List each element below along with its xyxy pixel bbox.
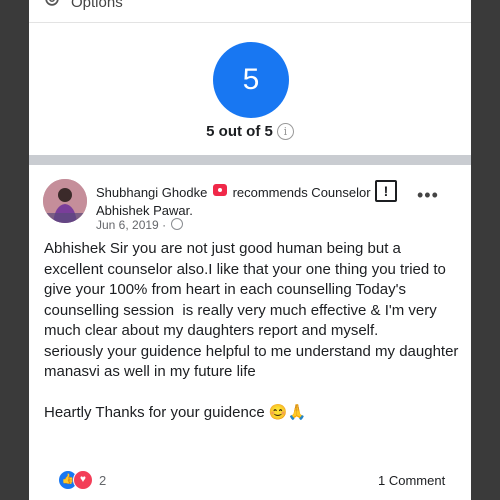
post-date[interactable]: Jun 6, 2019 (96, 218, 159, 232)
recommend-badge-icon (212, 184, 227, 196)
love-icon: ♥ (73, 470, 93, 490)
gear-icon (45, 0, 59, 6)
avatar-photo (43, 179, 87, 223)
post-meta: Jun 6, 2019 · (96, 218, 184, 232)
author-name[interactable]: Shubhangi Ghodke (96, 185, 207, 200)
options-label[interactable]: Options (71, 0, 123, 11)
rating-summary-text: 5 out of 5 (206, 123, 273, 140)
review-sheet: Options 5 5 out of 5i Shubhangi Ghodke r… (29, 0, 471, 500)
post-paragraph: Heartly Thanks for your guidence 😊🙏 (44, 404, 307, 421)
reactions-count: 2 (99, 472, 107, 488)
reactions-summary[interactable]: 👍 ♥ 2 (58, 470, 106, 490)
rating-score-circle: 5 (213, 42, 289, 118)
post-header: Shubhangi Ghodke recommends Counselor Ab… (96, 184, 376, 220)
rating-value: 5 (242, 63, 260, 96)
info-icon[interactable]: i (276, 123, 294, 140)
comment-count-link[interactable]: 1 Comment (378, 473, 445, 488)
post-body: Abhishek Sir you are not just good human… (44, 239, 459, 424)
rating-summary: 5 out of 5i (29, 123, 471, 140)
post-paragraph: Abhishek Sir you are not just good human… (44, 240, 451, 339)
post-paragraph (44, 383, 459, 404)
section-divider (29, 155, 471, 165)
options-bar[interactable]: Options (29, 0, 471, 23)
post-paragraph: seriously your guidence helpful to me un… (44, 342, 463, 381)
meta-separator: · (162, 218, 167, 232)
more-options-icon[interactable]: ••• (417, 186, 439, 204)
avatar[interactable] (43, 179, 87, 223)
report-icon[interactable]: ! (375, 180, 397, 202)
globe-icon (171, 218, 184, 230)
